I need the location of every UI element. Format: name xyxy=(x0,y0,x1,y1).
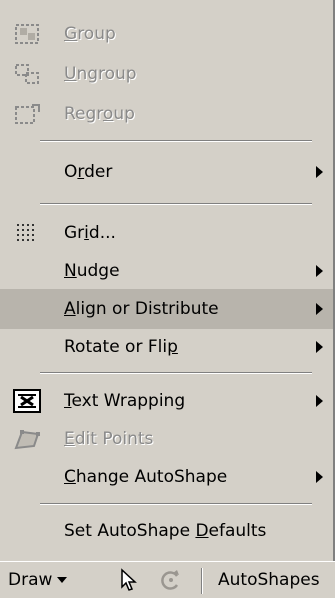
free-rotate-icon xyxy=(161,570,179,590)
menu-item-label: Edit Points xyxy=(64,429,154,449)
menu-item-label: Rotate or Flip xyxy=(64,337,178,357)
separator xyxy=(40,503,312,505)
submenu-arrow-icon xyxy=(316,166,323,178)
grid-icon xyxy=(12,220,42,246)
submenu-arrow-icon xyxy=(316,395,323,407)
menu-item-label: Change AutoShape xyxy=(64,467,228,487)
draw-label: Draw xyxy=(8,570,53,590)
menu-item-change-autoshape[interactable]: Change AutoShape xyxy=(0,457,333,497)
dropdown-arrow-icon xyxy=(57,577,68,583)
regroup-icon xyxy=(12,101,42,127)
autoshapes-label: AutoShapes xyxy=(218,570,320,590)
menu-item-nudge[interactable]: Nudge xyxy=(0,251,333,291)
menu-item-label: Set AutoShape Defaults xyxy=(64,521,267,541)
menu-item-align-or-distribute[interactable]: Align or Distribute xyxy=(0,289,333,329)
pointer-icon xyxy=(121,568,137,591)
ungroup-icon xyxy=(12,61,42,87)
edit-points-icon xyxy=(12,426,42,452)
menu-item-rotate-or-flip[interactable]: Rotate or Flip xyxy=(0,327,333,367)
menu-item-label: Text Wrapping xyxy=(64,391,186,411)
menu-item-label: Nudge xyxy=(64,261,120,281)
group-icon xyxy=(12,21,42,47)
menu-item-label: Align or Distribute xyxy=(64,299,219,319)
free-rotate-button[interactable] xyxy=(159,562,183,598)
menu-item-order[interactable]: Order xyxy=(0,152,333,192)
menu-item-label: Ungroup xyxy=(64,64,137,84)
select-objects-button[interactable] xyxy=(118,562,138,598)
submenu-arrow-icon xyxy=(316,265,323,277)
menu-item-label: Order xyxy=(64,162,113,182)
menu-item-group: Group xyxy=(0,14,333,54)
menu-item-edit-points: Edit Points xyxy=(0,419,333,459)
menu-item-set-autoshape-defaults[interactable]: Set AutoShape Defaults xyxy=(0,511,333,551)
menu-item-grid[interactable]: Grid... xyxy=(0,213,333,253)
submenu-arrow-icon xyxy=(316,471,323,483)
draw-menu-button[interactable]: Draw xyxy=(8,562,68,598)
separator xyxy=(40,203,312,205)
menu-item-label: Grid... xyxy=(64,223,116,243)
toolbar-divider xyxy=(201,568,203,594)
menu-item-label: Group xyxy=(64,24,116,44)
submenu-arrow-icon xyxy=(316,341,323,353)
separator xyxy=(40,372,312,374)
menu-item-label: Regroup xyxy=(64,104,135,124)
autoshapes-button[interactable]: AutoShapes xyxy=(218,562,320,598)
text-wrapping-icon xyxy=(12,388,42,414)
separator xyxy=(40,140,312,142)
menu-item-regroup: Regroup xyxy=(0,94,333,134)
menu-item-text-wrapping[interactable]: Text Wrapping xyxy=(0,381,333,421)
submenu-arrow-icon xyxy=(316,303,323,315)
drawing-toolbar: Draw AutoShapes xyxy=(0,561,335,598)
draw-menu: Group Ungroup Regroup Order Grid... Nudg… xyxy=(0,0,335,561)
menu-item-ungroup: Ungroup xyxy=(0,54,333,94)
